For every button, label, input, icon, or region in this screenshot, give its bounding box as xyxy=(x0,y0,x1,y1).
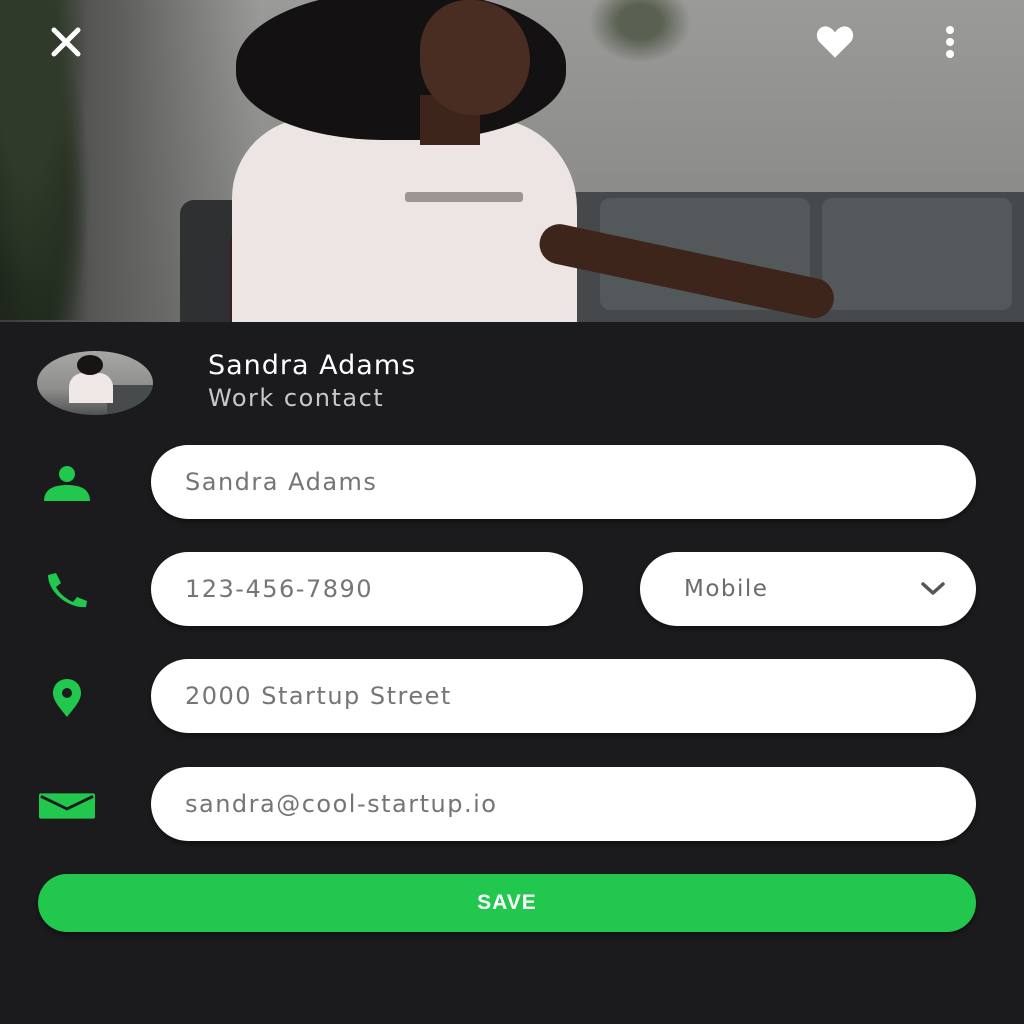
phone-icon xyxy=(38,570,96,610)
avatar xyxy=(37,351,153,415)
name-field[interactable] xyxy=(151,445,976,519)
close-icon xyxy=(51,27,81,57)
save-button[interactable]: SAVE xyxy=(38,874,976,932)
more-vertical-icon xyxy=(946,26,954,58)
chevron-down-icon xyxy=(921,582,945,595)
phone-type-select[interactable]: Mobile xyxy=(640,552,976,626)
person-face xyxy=(420,0,530,115)
email-icon xyxy=(38,786,96,826)
location-pin-icon xyxy=(38,678,96,718)
address-input[interactable] xyxy=(183,681,976,711)
phone-type-value: Mobile xyxy=(684,576,769,602)
email-field[interactable] xyxy=(151,767,976,841)
email-input[interactable] xyxy=(183,789,976,819)
address-field[interactable] xyxy=(151,659,976,733)
heart-icon xyxy=(816,26,854,58)
person-icon xyxy=(38,463,96,503)
phone-input[interactable] xyxy=(183,574,583,604)
name-input[interactable] xyxy=(183,467,976,497)
contact-subtitle: Work contact xyxy=(208,384,385,412)
more-options-button[interactable] xyxy=(930,22,970,62)
phone-field[interactable] xyxy=(151,552,583,626)
contact-name: Sandra Adams xyxy=(208,350,417,381)
favorite-button[interactable] xyxy=(815,22,855,62)
contact-photo xyxy=(0,0,1024,322)
close-button[interactable] xyxy=(46,22,86,62)
person-shirt xyxy=(232,118,577,322)
